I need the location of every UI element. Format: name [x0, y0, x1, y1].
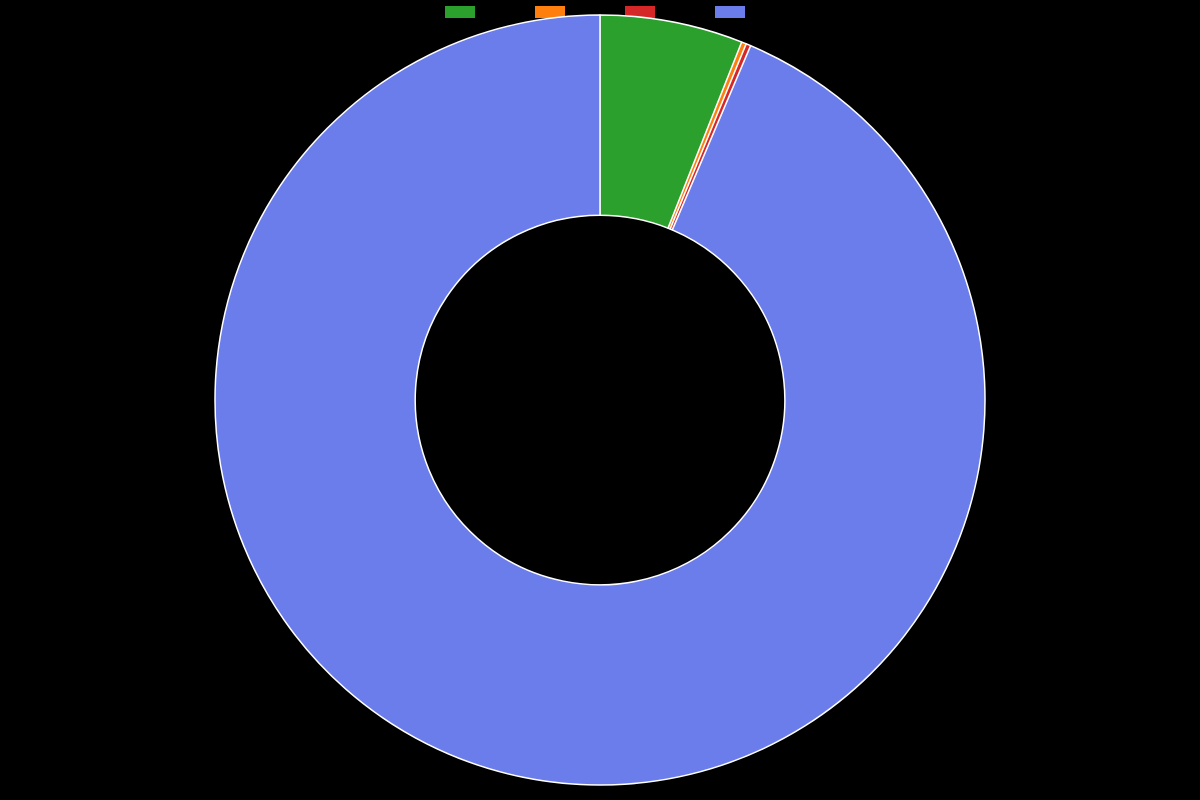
donut-chart	[0, 0, 1200, 800]
donut-slice-3	[215, 15, 985, 785]
donut-slices	[215, 15, 985, 785]
donut-svg	[210, 10, 990, 790]
